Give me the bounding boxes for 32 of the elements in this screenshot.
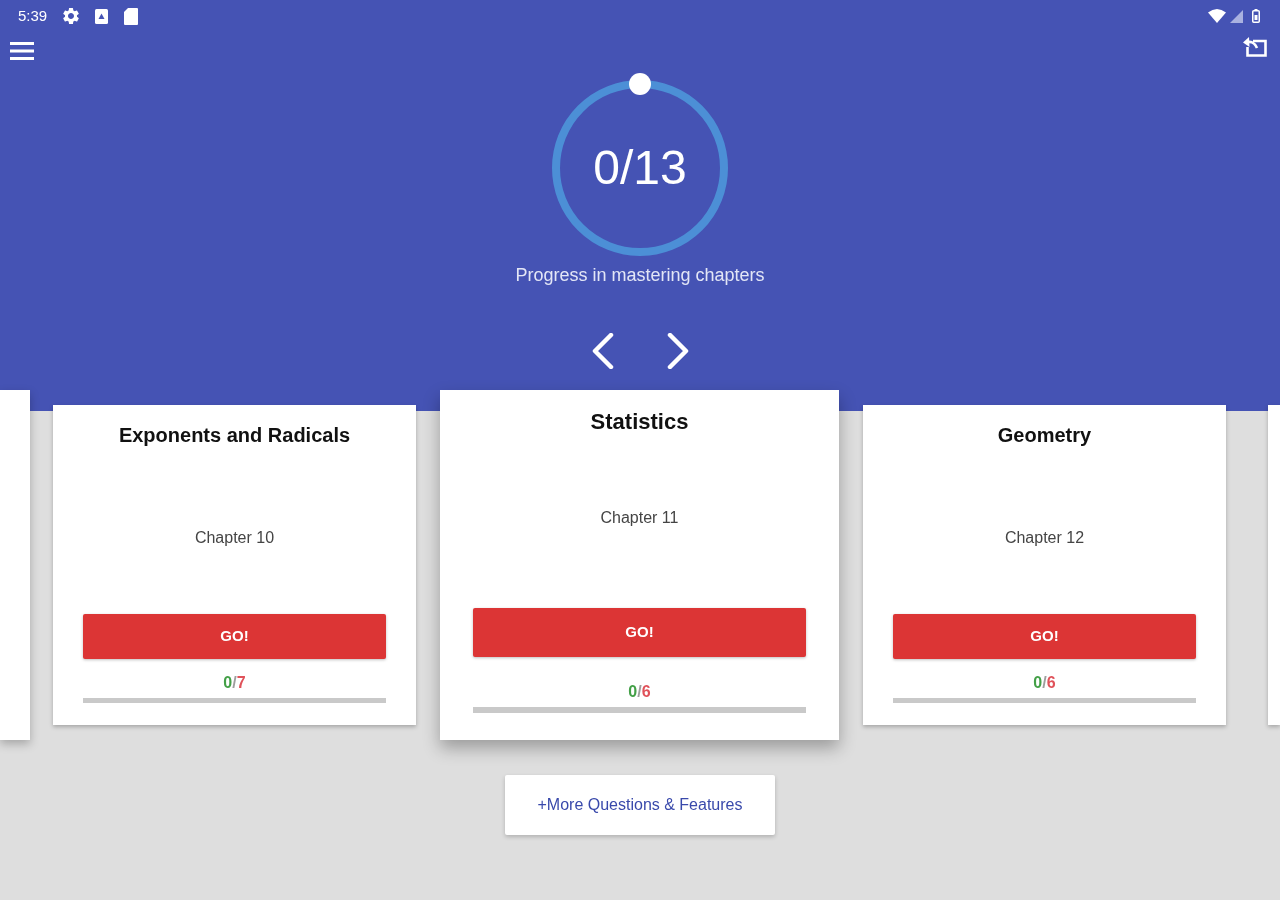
wifi-icon xyxy=(1208,9,1226,23)
chapter-card[interactable]: Geometry Chapter 12 GO! 0/6 xyxy=(863,405,1226,725)
menu-button[interactable] xyxy=(10,42,34,60)
chevron-right-icon xyxy=(666,333,689,369)
progress-dot xyxy=(629,73,651,95)
chapter-number: Chapter 10 xyxy=(194,528,275,548)
chapter-title: Geometry xyxy=(997,423,1092,447)
go-button[interactable]: GO! xyxy=(83,614,386,659)
go-button[interactable]: GO! xyxy=(473,608,806,657)
settings-icon xyxy=(63,8,80,24)
picture-icon xyxy=(95,8,109,24)
more-questions-button[interactable]: +More Questions & Features xyxy=(505,775,775,835)
progress-caption: Progress in mastering chapters xyxy=(515,264,765,286)
menu-icon xyxy=(10,42,34,60)
box-arrow-icon xyxy=(1242,36,1268,57)
chapter-card[interactable]: Exponents and Radicals Chapter 10 GO! 0/7 xyxy=(53,405,416,725)
battery-icon xyxy=(1252,9,1260,23)
chapter-score: 0/7 xyxy=(223,673,246,693)
sd-card-icon xyxy=(124,7,139,25)
export-button[interactable] xyxy=(1242,36,1268,57)
signal-icon xyxy=(1230,9,1243,23)
chapter-number: Chapter 11 xyxy=(600,508,679,528)
chapter-score: 0/6 xyxy=(628,682,651,702)
chapter-title: Statistics xyxy=(590,408,689,436)
chapter-number: Chapter 12 xyxy=(1004,528,1085,548)
go-button[interactable]: GO! xyxy=(893,614,1196,659)
chapter-title: Exponents and Radicals xyxy=(118,423,351,447)
chevron-left-icon xyxy=(591,333,614,369)
status-time: 5:39 xyxy=(18,7,48,25)
chapter-card[interactable]: Statistics Chapter 11 GO! 0/6 xyxy=(440,390,839,740)
chapter-score: 0/6 xyxy=(1033,673,1056,693)
progress-value: 0/13 xyxy=(593,141,687,195)
